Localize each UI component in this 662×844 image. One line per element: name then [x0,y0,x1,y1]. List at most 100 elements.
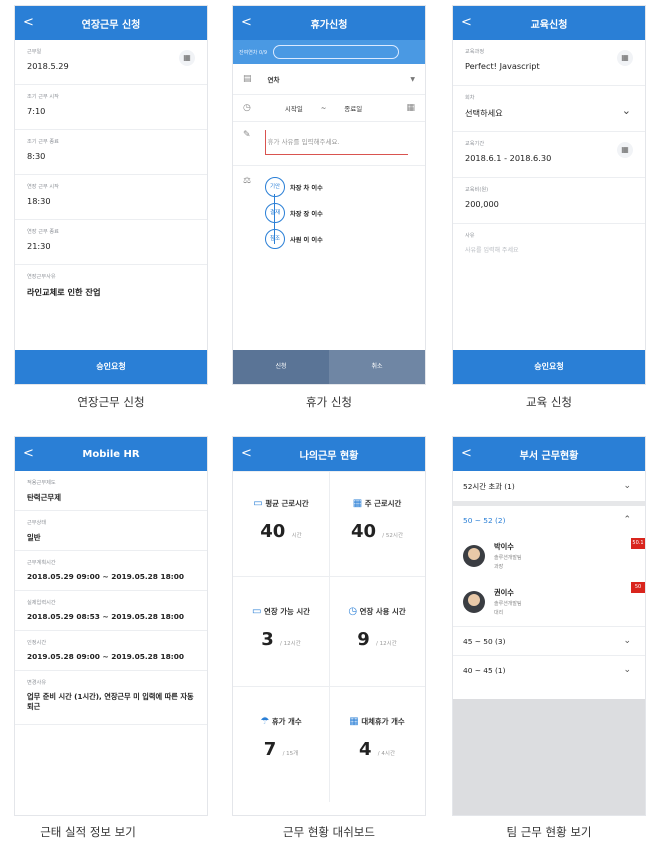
work-date-field[interactable]: 근무일 2018.5.29 ▦ [15,40,207,85]
planned-time-field: 근무계획시간 2018.05.29 09:00 ~ 2019.05.28 18:… [15,551,207,591]
page-title: Mobile HR [82,448,140,460]
group-label: 52시간 초과 (1) [463,481,515,491]
back-icon[interactable]: < [241,6,252,40]
edit-icon: ✎ [243,130,251,140]
field-value: 일반 [27,533,41,542]
caption-mobilehr: 근태 실적 정보 보기 [40,825,136,839]
card-title: 휴가 개수 [271,717,302,726]
field-value: 21:30 [27,241,51,251]
avatar [463,591,485,613]
card-unit: / 12시간 [280,641,301,647]
cancel-button[interactable]: 취소 [329,350,425,384]
chevron-down-icon: ▼ [410,75,415,83]
approval-connector [274,194,276,244]
early-end-field[interactable]: 조기 근무 종료 8:30 [15,130,207,175]
weekly-work-hours-card[interactable]: ▦ 주 근로시간 40 / 52시간 [329,498,425,542]
overtime-reason-field[interactable]: 연장근무사유 라인교체로 인한 잔업 [15,265,207,310]
vacation-header: < 휴가신청 [233,6,425,40]
apply-button[interactable]: 신청 [233,350,329,384]
overtime-end-field[interactable]: 연장 근무 종료 21:30 [15,220,207,265]
back-icon[interactable]: < [241,437,252,471]
back-icon[interactable]: < [461,437,472,471]
calendar-icon[interactable]: ▦ [179,50,195,66]
chevron-down-icon: ⌄ [621,104,631,117]
field-value: Perfect! Javascript [465,61,540,71]
chevron-up-icon: ⌃ [623,515,631,525]
dashboard-screen: < 나의근무 현황 ▭ 평균 근로시간 40 시간 ▦ 주 근로시간 40 / … [232,436,426,816]
caption-team: 팀 근무 현황 보기 [506,825,592,839]
change-reason-field: 변경사유 업무 준비 시간 (1시간), 연장근무 미 입력에 따른 자동 퇴근 [15,671,207,725]
grid-divider [233,576,425,577]
chevron-down-icon: ⌄ [623,481,631,491]
card-title: 주 근로시간 [364,499,402,508]
field-label: 근무상태 [27,520,47,526]
vacation-count-card[interactable]: ☂ 휴가 개수 7 / 15개 [233,716,329,760]
extendable-hours-card[interactable]: ▭ 연장 가능 시간 3 / 12시간 [233,606,329,650]
avg-work-hours-card[interactable]: ▭ 평균 근로시간 40 시간 [233,498,329,542]
field-label: 근무계획시간 [27,560,56,566]
group-label: 50 ~ 52 (2) [463,515,506,525]
leave-type-value: 연차 [267,76,280,84]
fee-field[interactable]: 교육비(원) 200,000 [453,178,645,224]
used-extension-card[interactable]: ◷ 연장 사용 시간 9 / 12시간 [329,606,425,650]
calendar-icon[interactable]: ▦ [617,50,633,66]
group-header-45-50[interactable]: 45 ~ 50 (3) ⌄ [453,627,645,656]
field-label: 회차 [465,95,475,101]
field-label: 교육과정 [465,49,485,55]
substitute-vacation-card[interactable]: ▦ 대체휴가 개수 4 / 4시간 [329,716,425,760]
calendar-icon[interactable]: ▦ [406,103,415,113]
calendar-icon[interactable]: ▦ [617,142,633,158]
early-start-field[interactable]: 조기 근무 시작 7:10 [15,85,207,130]
group-header-52-over[interactable]: 52시간 초과 (1) ⌄ [453,471,645,501]
remaining-leave-input[interactable] [273,45,400,59]
card-value: 40 [350,521,377,542]
approver-name: 사원 이 이수 [290,236,323,244]
monitor-icon: ▭ [252,606,262,617]
reason-field[interactable]: 사유 사유를 입력해 주세요 [453,224,645,270]
session-select[interactable]: 회차 선택하세요 ⌄ [453,86,645,132]
list-item[interactable]: 박이수 솔루션개발팀 과장 50.1 [453,534,645,578]
field-label: 근무일 [27,49,42,55]
course-field[interactable]: 교육과정 Perfect! Javascript ▦ [453,40,645,86]
caption-vacation: 휴가 신청 [306,395,352,409]
overtime-screen: < 연장근무 신청 근무일 2018.5.29 ▦ 조기 근무 시작 7:10 … [14,5,208,385]
approver-row[interactable]: 참조 사원 이 이수 [265,226,415,252]
recognized-time-field: 인정시간 2019.05.28 09:00 ~ 2019.05.28 18:00 [15,631,207,671]
start-date-label: 시작일 [284,105,303,113]
umbrella-icon: ☂ [260,716,270,727]
actual-time-field: 실제입력시간 2018.05.29 08:53 ~ 2019.05.28 18:… [15,591,207,631]
request-approval-button[interactable]: 승인요청 [15,350,207,384]
group-header-50-52[interactable]: 50 ~ 52 (2) ⌃ [453,506,645,534]
request-approval-button[interactable]: 승인요청 [453,350,645,384]
end-date-label: 종료일 [344,105,363,113]
vacation-screen: < 휴가신청 잔여연차 0/9 ▤ 연차 ▼ ◷ 시작일 ~ 종료일 ▦ ✎ 휴… [232,5,426,385]
date-range-row[interactable]: ◷ 시작일 ~ 종료일 ▦ [233,95,425,122]
back-icon[interactable]: < [23,437,34,471]
approver-row[interactable]: 결재 차장 장 이수 [265,200,415,226]
person-team: 솔루션개발팀 [494,601,522,607]
period-field[interactable]: 교육기간 2018.6.1 - 2018.6.30 ▦ [453,132,645,178]
remaining-leave-label: 잔여연차 0/9 [239,49,268,56]
list-item[interactable]: 권이수 솔루션개발팀 대리 50 [453,578,645,627]
back-icon[interactable]: < [23,6,34,40]
overtime-start-field[interactable]: 연장 근무 시작 18:30 [15,175,207,220]
field-label: 변경사유 [27,680,47,686]
approver-row[interactable]: 기안 차장 차 이수 [265,174,415,200]
reason-input[interactable]: 휴가 사유를 입력해주세요. [264,130,408,155]
team-header: < 부서 근무현황 [453,437,645,471]
field-value: 업무 준비 시간 (1시간), 연장근무 미 입력에 따른 자동 퇴근 [27,692,194,711]
alarm-clock-icon: ◷ [348,606,358,617]
person-rank: 대리 [494,610,504,616]
leave-type-select[interactable]: ▤ 연차 ▼ [233,64,425,95]
field-label: 조기 근무 시작 [27,94,59,100]
back-icon[interactable]: < [461,6,472,40]
field-value: 라인교체로 인한 잔업 [27,287,101,297]
caption-education: 교육 신청 [526,395,572,409]
clock-icon: ◷ [243,103,251,113]
page-title: 교육신청 [530,19,568,31]
team-screen: < 부서 근무현황 52시간 초과 (1) ⌄ 50 ~ 52 (2) ⌃ 박이… [452,436,646,816]
page-title: 연장근무 신청 [81,19,141,31]
group-header-40-45[interactable]: 40 ~ 45 (1) ⌄ [453,656,645,684]
dashboard-header: < 나의근무 현황 [233,437,425,471]
chevron-down-icon: ⌄ [623,636,631,646]
